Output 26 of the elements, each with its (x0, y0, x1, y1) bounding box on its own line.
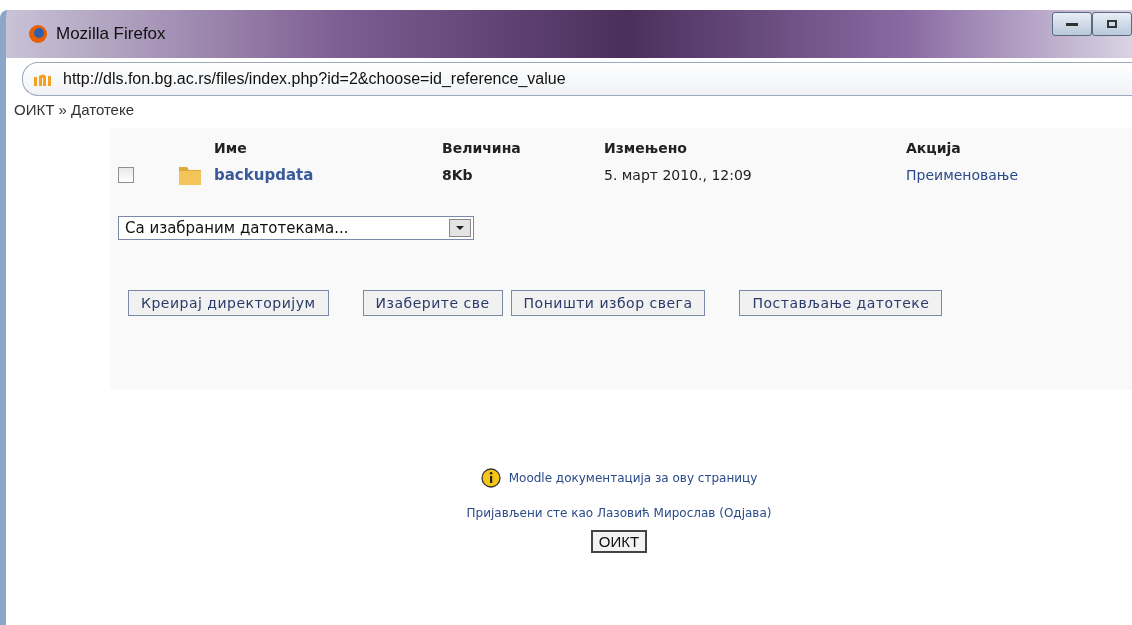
info-icon (480, 468, 501, 488)
firefox-logo-icon (28, 24, 48, 44)
url-text: http://dls.fon.bg.ac.rs/files/index.php?id=2&choose=id_reference_value (63, 70, 566, 88)
minimize-button[interactable] (1052, 12, 1092, 36)
login-info: Пријављени сте као Лазовић Мирослав (Одјава) (466, 506, 772, 520)
home-button[interactable]: ОИКТ (590, 530, 648, 553)
with-selected-dropdown[interactable]: Са изабраним датотекама... (118, 216, 474, 240)
column-header: Величина (442, 140, 522, 156)
file-size: 8Kb (442, 167, 474, 183)
form-button[interactable]: Изаберите све (362, 290, 503, 316)
row-checkbox[interactable] (118, 167, 134, 183)
rename-link[interactable]: Преименовање (906, 167, 1132, 183)
window-title: Mozilla Firefox (56, 24, 166, 44)
documentation-link[interactable]: Moodle документација за ову страницу (508, 471, 758, 485)
address-bar[interactable]: http://dls.fon.bg.ac.rs/files/index.php?id=2&choose=id_reference_value (22, 62, 1132, 96)
column-header: Измењено (604, 140, 688, 156)
column-header: Акција (906, 140, 962, 156)
form-button[interactable]: Постављање датотеке (739, 290, 943, 316)
folder-icon (178, 164, 202, 186)
breadcrumb[interactable]: ОИКТ » Датотеке (6, 96, 135, 118)
column-header: Име (214, 140, 248, 156)
form-button[interactable]: Креирај директоријум (128, 290, 329, 316)
maximize-button[interactable] (1092, 12, 1132, 36)
form-button[interactable]: Поништи избор свега (510, 290, 706, 316)
file-name-link[interactable]: backupdata (214, 166, 442, 184)
modified-date: 5. март 2010., 12:09 (604, 167, 753, 183)
